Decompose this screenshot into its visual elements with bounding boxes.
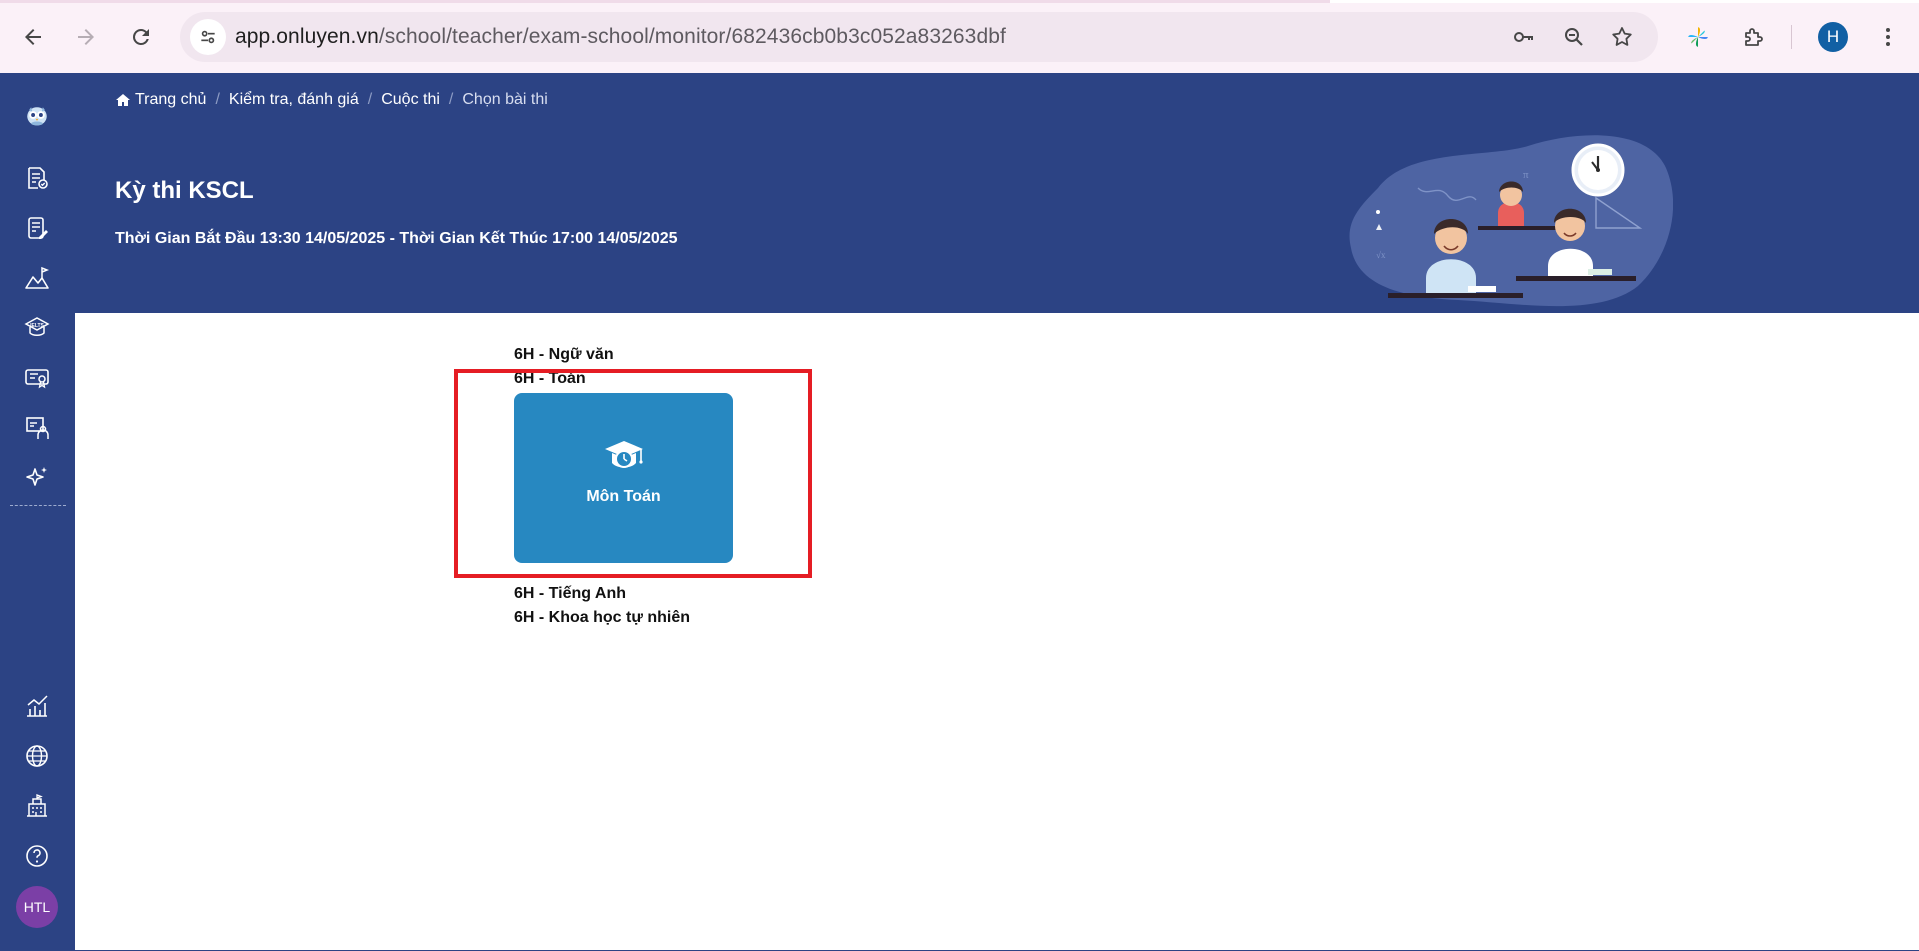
breadcrumb-assessment[interactable]: Kiểm tra, đánh giá bbox=[229, 91, 359, 109]
breadcrumb: Trang chủ / Kiểm tra, đánh giá / Cuộc th… bbox=[115, 91, 548, 109]
svg-text:IELTS: IELTS bbox=[30, 323, 44, 329]
teacher-board-icon bbox=[26, 417, 49, 439]
bookmark-star-icon[interactable] bbox=[1610, 25, 1634, 49]
sidebar-item-ielts[interactable]: IELTS bbox=[18, 309, 56, 347]
subject-card-mon-toan[interactable]: Môn Toán bbox=[514, 393, 733, 563]
tab-strip-edge bbox=[0, 0, 1919, 3]
user-avatar[interactable]: HTL bbox=[16, 886, 58, 928]
url-path: /school/teacher/exam-school/monitor/6824… bbox=[378, 25, 1006, 48]
home-icon bbox=[115, 93, 131, 107]
mountain-chart-icon bbox=[25, 266, 50, 289]
subject-item-ngu-van[interactable]: 6H - Ngữ văn bbox=[514, 346, 614, 364]
exam-document-icon bbox=[28, 167, 48, 189]
address-bar[interactable]: app.onluyen.vn/school/teacher/exam-schoo… bbox=[180, 12, 1658, 62]
sidebar-item-assignments[interactable] bbox=[18, 209, 56, 247]
extensions-puzzle-icon[interactable] bbox=[1736, 19, 1772, 55]
subject-card-label: Môn Toán bbox=[586, 488, 661, 505]
sidebar-divider bbox=[10, 505, 66, 506]
app-sidebar: IELTS HTL bbox=[0, 73, 75, 951]
back-button[interactable] bbox=[15, 19, 51, 55]
reload-button[interactable] bbox=[123, 19, 159, 55]
assignment-edit-icon bbox=[28, 217, 48, 239]
subject-item-tieng-anh[interactable]: 6H - Tiếng Anh bbox=[514, 585, 626, 603]
site-info-button[interactable] bbox=[190, 19, 226, 55]
breadcrumb-separator: / bbox=[448, 91, 454, 108]
forward-button[interactable] bbox=[68, 19, 104, 55]
page-title: Kỳ thi KSCL bbox=[115, 177, 254, 204]
breadcrumb-current: Chọn bài thi bbox=[462, 91, 548, 108]
breadcrumb-separator: / bbox=[367, 91, 373, 108]
breadcrumb-separator: / bbox=[215, 91, 220, 108]
password-key-icon[interactable] bbox=[1512, 25, 1536, 49]
active-tab-edge bbox=[0, 0, 1330, 3]
owl-logo-icon bbox=[27, 107, 47, 126]
analytics-chart-icon bbox=[27, 695, 48, 717]
sidebar-item-help[interactable] bbox=[18, 837, 56, 875]
arrow-right-icon bbox=[78, 29, 94, 45]
subject-item-khoa-hoc-tu-nhien[interactable]: 6H - Khoa học tự nhiên bbox=[514, 609, 690, 627]
arrow-left-icon bbox=[25, 29, 41, 45]
exam-time-range: Thời Gian Bắt Đầu 13:30 14/05/2025 - Thờ… bbox=[115, 230, 678, 247]
sidebar-item-exams[interactable] bbox=[18, 159, 56, 197]
sidebar-item-school[interactable] bbox=[18, 787, 56, 825]
app-logo-owl[interactable] bbox=[17, 95, 57, 135]
ai-sparkle-icon bbox=[26, 467, 47, 486]
sidebar-item-teaching[interactable] bbox=[18, 409, 56, 447]
sidebar-item-analytics[interactable] bbox=[18, 687, 56, 725]
sidebar-item-ai[interactable] bbox=[18, 459, 56, 497]
browser-toolbar: app.onluyen.vn/school/teacher/exam-schoo… bbox=[0, 0, 1919, 73]
graduation-cap-clock-icon bbox=[605, 441, 643, 468]
extension-pinwheel-icon[interactable] bbox=[1680, 19, 1716, 55]
sidebar-item-certificates[interactable] bbox=[18, 359, 56, 397]
help-icon bbox=[26, 845, 48, 867]
breadcrumb-home[interactable]: Trang chủ bbox=[135, 91, 206, 109]
sidebar-item-global[interactable] bbox=[18, 737, 56, 775]
reload-icon bbox=[133, 29, 149, 45]
svg-text:√x: √x bbox=[1376, 250, 1386, 260]
tune-icon bbox=[201, 30, 215, 44]
globe-icon bbox=[26, 745, 48, 767]
url-host: app.onluyen.vn bbox=[235, 25, 379, 48]
breadcrumb-contests[interactable]: Cuộc thi bbox=[381, 91, 440, 109]
certificate-icon bbox=[25, 369, 49, 389]
more-menu-icon[interactable] bbox=[1870, 19, 1906, 55]
exam-header-banner: Trang chủ / Kiểm tra, đánh giá / Cuộc th… bbox=[75, 73, 1919, 313]
school-building-icon bbox=[27, 794, 47, 817]
students-exam-illustration: π √x bbox=[1349, 135, 1673, 307]
profile-avatar[interactable]: H bbox=[1818, 22, 1848, 52]
toolbar-separator bbox=[1791, 25, 1792, 49]
sidebar-item-progress[interactable] bbox=[18, 259, 56, 297]
zoom-icon[interactable] bbox=[1562, 25, 1586, 49]
ielts-icon: IELTS bbox=[24, 317, 50, 336]
svg-text:π: π bbox=[1523, 169, 1529, 181]
url-text[interactable]: app.onluyen.vn/school/teacher/exam-schoo… bbox=[235, 25, 1006, 49]
